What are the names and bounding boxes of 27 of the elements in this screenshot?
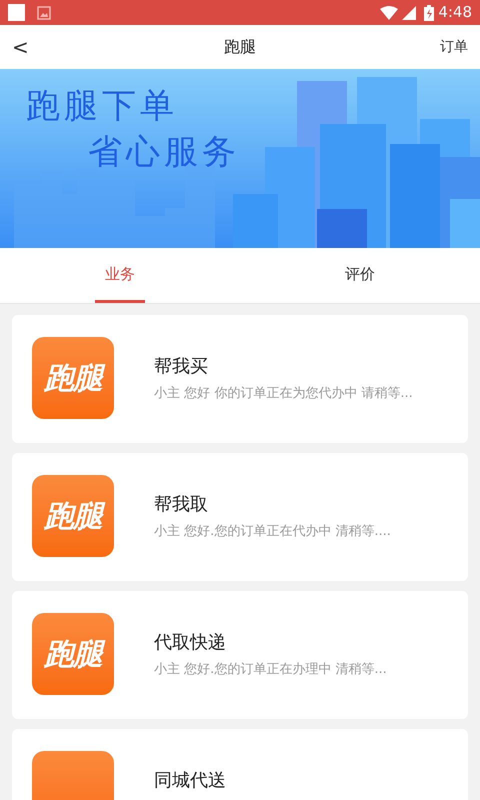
orders-link[interactable]: 订单	[440, 36, 468, 58]
image-icon	[37, 6, 51, 20]
service-card[interactable]: 跑腿 代取快递 小主 您好.您的订单正在办理中 清稍等...	[12, 591, 468, 719]
back-button[interactable]: <	[12, 37, 29, 57]
service-card[interactable]: 同城代送	[12, 729, 468, 800]
banner-slogan: 跑腿下单	[26, 85, 179, 128]
signal-icon	[402, 6, 416, 20]
service-title: 帮我买	[154, 355, 209, 379]
app-logo-icon: 跑腿	[32, 613, 114, 695]
service-description: 小主 您好.您的订单正在代办中 清稍等....	[154, 523, 391, 541]
service-description: 小主 您好 你的订单正在为您代办中 请稍等...	[154, 385, 413, 403]
clock: 4:48	[438, 2, 472, 24]
service-description: 小主 您好.您的订单正在办理中 清稍等...	[154, 661, 387, 679]
app-logo-icon: 跑腿	[32, 337, 114, 419]
service-card[interactable]: 跑腿 帮我取 小主 您好.您的订单正在代办中 清稍等....	[12, 453, 468, 581]
page-title: 跑腿	[224, 36, 256, 58]
app-logo-icon: 跑腿	[32, 475, 114, 557]
battery-icon	[424, 4, 434, 20]
banner-slogan: 省心服务	[88, 131, 240, 174]
service-card[interactable]: 跑腿 帮我买 小主 您好 你的订单正在为您代办中 请稍等...	[12, 315, 468, 443]
notification-icon	[8, 4, 25, 21]
service-title: 帮我取	[154, 493, 209, 517]
service-title: 代取快递	[154, 631, 227, 655]
service-title: 同城代送	[154, 769, 226, 793]
tab[interactable]: 业务	[0, 248, 240, 303]
wifi-icon	[380, 6, 398, 20]
tab[interactable]: 评价	[240, 248, 480, 303]
